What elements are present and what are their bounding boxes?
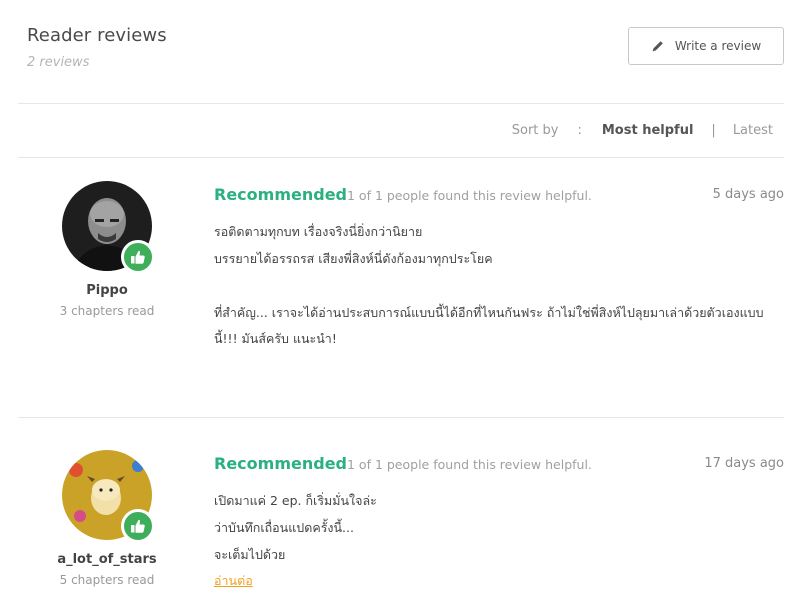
review-line: จะเต็มไปด้วย: [214, 547, 286, 562]
read-more-link[interactable]: อ่านต่อ: [214, 571, 253, 591]
helpful-text: 1 of 1 people found this review helpful.: [347, 457, 592, 472]
reviewer-name[interactable]: Pippo: [40, 283, 174, 298]
reviews-header: Reader reviews 2 reviews: [27, 25, 167, 70]
header-divider: [18, 103, 784, 104]
review-divider: [18, 417, 784, 418]
sort-colon: :: [577, 123, 582, 138]
write-review-button[interactable]: Write a review: [628, 27, 784, 65]
review-time: 5 days ago: [712, 187, 784, 202]
recommended-badge: [121, 240, 155, 274]
review-count: 2 reviews: [27, 55, 90, 70]
review-time: 17 days ago: [704, 456, 784, 471]
thumbs-up-icon: [131, 519, 145, 533]
pencil-icon: [652, 41, 663, 52]
avatar-container[interactable]: [62, 181, 155, 274]
thumbs-up-icon: [131, 250, 145, 264]
sort-bar: Sort by : Most helpful | Latest: [512, 123, 773, 138]
page-title: Reader reviews: [27, 25, 167, 46]
avatar-container[interactable]: [62, 450, 155, 543]
recommended-badge: [121, 509, 155, 543]
recommendation-label: Recommended: [214, 454, 347, 473]
review-line: นี้!!! มันส์ครับ แนะนำ!: [214, 331, 337, 346]
sort-divider: [18, 157, 784, 158]
chapters-read: 5 chapters read: [59, 573, 155, 587]
review-line: บรรยายได้อรรถรส เสียงพี่สิงห์นี่ดังก้องม…: [214, 251, 493, 266]
chapters-read: 3 chapters read: [59, 304, 155, 318]
sort-option-most-helpful[interactable]: Most helpful: [602, 123, 694, 138]
review-line: เปิดมาแค่ 2 ep. ก็เริ่มมั่นใจล่ะ: [214, 493, 377, 508]
review-line: ที่สำคัญ... เราจะได้อ่านประสบการณ์แบบนี้…: [214, 305, 764, 320]
helpful-text: 1 of 1 people found this review helpful.: [347, 188, 592, 203]
review-line: ว่าบันทึกเถื่อนแปดครั้งนี้...: [214, 520, 354, 535]
write-review-label: Write a review: [674, 39, 762, 53]
sort-option-latest[interactable]: Latest: [733, 123, 773, 138]
reviewer-name[interactable]: a_lot_of_stars: [40, 552, 174, 567]
recommendation-label: Recommended: [214, 185, 347, 204]
review-line: รอติดตามทุกบท เรื่องจริงนี่ยิ่งกว่านิยาย: [214, 224, 423, 239]
sort-separator: |: [711, 123, 716, 138]
sort-label: Sort by: [511, 123, 559, 138]
